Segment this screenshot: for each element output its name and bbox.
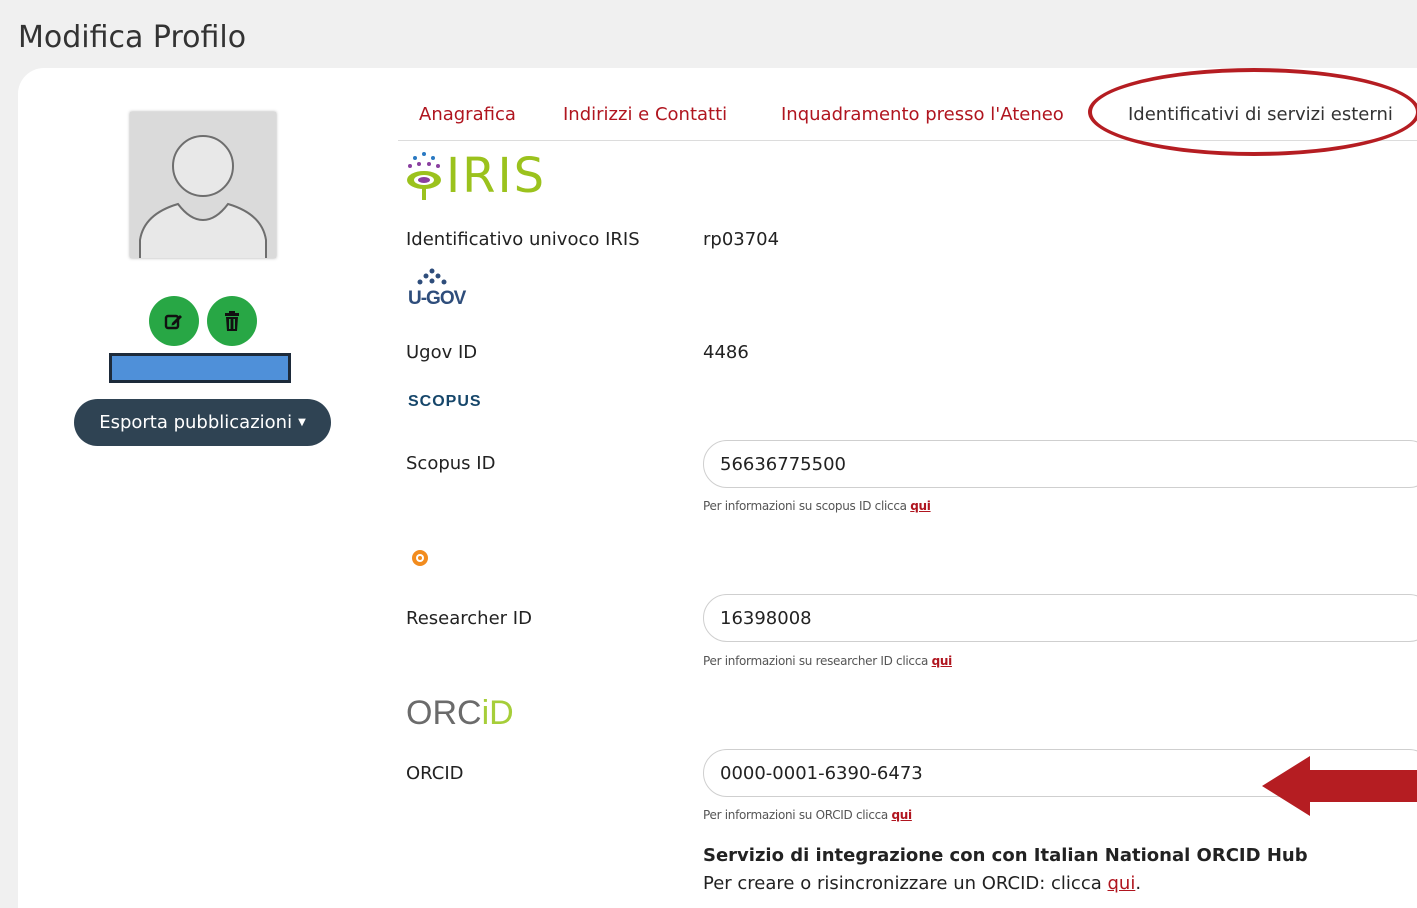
- orcid-help-label: Per informazioni su ORCID clicca: [703, 808, 888, 822]
- orcid-logo: ORCiD: [406, 696, 514, 730]
- tab-anagrafica[interactable]: Anagrafica: [419, 104, 516, 125]
- scopus-help-label: Per informazioni su scopus ID clicca: [703, 499, 907, 513]
- iris-logo-text: IRIS: [446, 148, 547, 204]
- delete-photo-button[interactable]: [207, 296, 257, 346]
- ugov-dots-icon: [417, 268, 447, 285]
- caret-down-icon: ▼: [298, 417, 306, 428]
- scopus-id-input[interactable]: [703, 440, 1417, 488]
- researcher-help-link[interactable]: qui: [932, 654, 953, 668]
- avatar: [130, 112, 276, 258]
- researcher-id-label: Researcher ID: [406, 608, 532, 629]
- edit-photo-button[interactable]: [149, 296, 199, 346]
- orcid-hub-suffix: .: [1135, 873, 1142, 894]
- iris-id-value: rp03704: [703, 229, 780, 250]
- orcid-logo-id: iD: [481, 694, 514, 732]
- orcid-label: ORCID: [406, 763, 464, 784]
- export-publications-button[interactable]: Esporta pubblicazioni ▼: [74, 399, 331, 446]
- iris-flower-icon: [407, 152, 441, 200]
- ugov-id-value: 4486: [703, 342, 749, 363]
- redacted-name: [109, 353, 291, 383]
- orcid-help-text: Per informazioni su ORCID clicca qui: [703, 808, 912, 822]
- iris-logo: IRIS: [406, 150, 546, 202]
- thomson-reuters-logo: [410, 549, 436, 567]
- scopus-help-link[interactable]: qui: [910, 499, 931, 513]
- thomson-reuters-icon: [412, 550, 428, 566]
- tab-indirizzi-contatti[interactable]: Indirizzi e Contatti: [563, 104, 727, 125]
- orcid-hub-text-label: Per creare o risincronizzare un ORCID: c…: [703, 873, 1102, 894]
- orcid-logo-text: ORC: [406, 694, 482, 732]
- researcher-help-label: Per informazioni su researcher ID clicca: [703, 654, 929, 668]
- ugov-id-label: Ugov ID: [406, 342, 478, 363]
- scopus-id-label: Scopus ID: [406, 453, 496, 474]
- ugov-logo-text: U-GOV: [408, 288, 466, 309]
- export-publications-label: Esporta pubblicazioni: [99, 412, 293, 433]
- page-title: Modifica Profilo: [18, 20, 247, 55]
- orcid-hub-title: Servizio di integrazione con con Italian…: [703, 845, 1308, 866]
- ugov-logo: U-GOV: [408, 268, 478, 316]
- orcid-hub-text: Per creare o risincronizzare un ORCID: c…: [703, 873, 1141, 894]
- user-silhouette-icon: [130, 112, 276, 258]
- scopus-help-text: Per informazioni su scopus ID clicca qui: [703, 499, 931, 513]
- red-arrow-icon: [1262, 756, 1417, 816]
- researcher-help-text: Per informazioni su researcher ID clicca…: [703, 654, 952, 668]
- edit-icon: [164, 314, 182, 330]
- trash-icon: [225, 311, 239, 331]
- tab-inquadramento[interactable]: Inquadramento presso l'Ateneo: [781, 104, 1064, 125]
- orcid-hub-link[interactable]: qui: [1108, 873, 1136, 894]
- highlight-ellipse: [1088, 68, 1417, 156]
- orcid-help-link[interactable]: qui: [892, 808, 913, 822]
- researcher-id-input[interactable]: [703, 594, 1417, 642]
- iris-id-label: Identificativo univoco IRIS: [406, 229, 640, 250]
- scopus-logo: SCOPUS: [408, 393, 482, 410]
